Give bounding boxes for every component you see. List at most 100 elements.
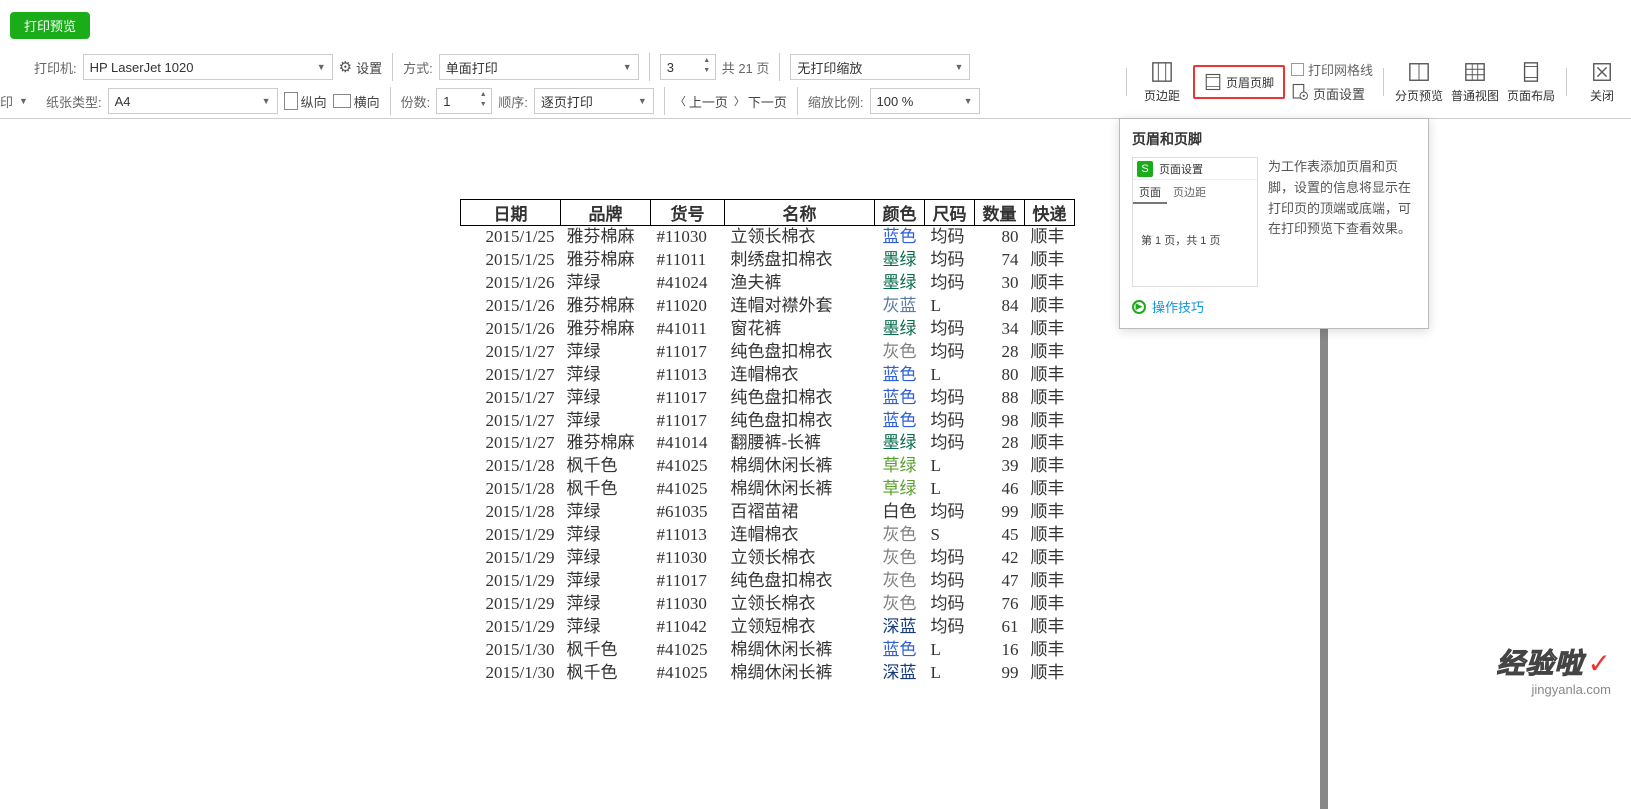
- tooltip-mini-preview: S 页面设置 页面 页边距 第 1 页，共 1 页: [1132, 157, 1258, 287]
- table-cell: 立领短棉衣: [725, 616, 875, 639]
- table-cell: 顺丰: [1025, 478, 1075, 501]
- table-cell: 顺丰: [1025, 410, 1075, 433]
- table-cell: 均码: [925, 272, 975, 295]
- app-icon: S: [1137, 161, 1153, 177]
- table-cell: 均码: [925, 226, 975, 249]
- page-layout-icon: [1520, 61, 1542, 83]
- table-cell: 2015/1/29: [461, 570, 561, 593]
- table-cell: 蓝色: [875, 226, 925, 249]
- table-cell: #61035: [651, 501, 725, 524]
- table-header: 尺码: [925, 200, 975, 226]
- table-header: 数量: [975, 200, 1025, 226]
- table-cell: 草绿: [875, 478, 925, 501]
- order-select[interactable]: 逐页打印▼: [534, 88, 654, 114]
- settings-page-icon: [1291, 83, 1309, 104]
- prev-page-button[interactable]: 〈上一页: [675, 92, 728, 111]
- spin-up-icon[interactable]: ▲: [477, 91, 489, 101]
- spin-down-icon[interactable]: ▼: [701, 67, 713, 77]
- zoom-select[interactable]: 100 %▼: [870, 88, 980, 114]
- zoom-mode-select[interactable]: 无打印缩放▼: [790, 54, 970, 80]
- table-cell: L: [925, 364, 975, 387]
- table-cell: 棉绸休闲长裤: [725, 455, 875, 478]
- page-shadow: [1320, 329, 1328, 809]
- table-cell: #11013: [651, 524, 725, 547]
- print-preview-pill[interactable]: 打印预览: [10, 12, 90, 39]
- table-cell: #11017: [651, 410, 725, 433]
- normal-view-button[interactable]: 普通视图: [1450, 52, 1500, 112]
- table-header: 日期: [461, 200, 561, 226]
- table-cell: 萍绿: [561, 341, 651, 364]
- table-cell: 99: [975, 501, 1025, 524]
- table-cell: 均码: [925, 249, 975, 272]
- table-cell: #41025: [651, 455, 725, 478]
- gridlines-checkbox[interactable]: 打印网格线: [1291, 60, 1373, 79]
- table-cell: 雅芬棉麻: [561, 295, 651, 318]
- paper-type-select[interactable]: A4▼: [108, 88, 278, 114]
- table-cell: 74: [975, 249, 1025, 272]
- mini-tab-page: 页面: [1133, 182, 1167, 204]
- table-cell: 灰蓝: [875, 295, 925, 318]
- table-cell: 萍绿: [561, 410, 651, 433]
- spin-down-icon[interactable]: ▼: [477, 101, 489, 111]
- next-page-button[interactable]: 〉下一页: [734, 92, 787, 111]
- orientation-portrait-button[interactable]: 纵向: [284, 92, 327, 111]
- margins-button[interactable]: 页边距: [1137, 52, 1187, 112]
- printer-select[interactable]: HP LaserJet 1020▼: [83, 54, 333, 80]
- table-cell: 顺丰: [1025, 341, 1075, 364]
- table-cell: 百褶苗裙: [725, 501, 875, 524]
- table-cell: 灰色: [875, 341, 925, 364]
- table-row: 2015/1/29萍绿#11017纯色盘扣棉衣灰色均码47顺丰: [461, 570, 1075, 593]
- table-cell: 蓝色: [875, 364, 925, 387]
- tooltip-tips-link[interactable]: ▶ 操作技巧: [1132, 297, 1416, 316]
- close-button[interactable]: 关闭: [1577, 52, 1627, 112]
- table-cell: 枫千色: [561, 662, 651, 685]
- table-row: 2015/1/26雅芬棉麻#11020连帽对襟外套灰蓝L84顺丰: [461, 295, 1075, 318]
- table-cell: S: [925, 524, 975, 547]
- chevron-down-icon: ▼: [954, 62, 963, 72]
- page-number-input[interactable]: 3 ▲▼: [660, 54, 716, 80]
- table-cell: 深蓝: [875, 616, 925, 639]
- table-row: 2015/1/25雅芬棉麻#11011刺绣盘扣棉衣墨绿均码74顺丰: [461, 249, 1075, 272]
- page-layout-button[interactable]: 页面布局: [1506, 52, 1556, 112]
- split-preview-button[interactable]: 分页预览: [1394, 52, 1444, 112]
- tooltip-title: 页眉和页脚: [1132, 129, 1416, 149]
- headerfooter-highlight-rect: 页眉页脚: [1193, 65, 1285, 99]
- headerfooter-button[interactable]: 页眉页脚: [1199, 69, 1279, 95]
- table-cell: #11013: [651, 364, 725, 387]
- paper-type-label: 纸张类型:: [46, 92, 102, 111]
- spin-up-icon[interactable]: ▲: [701, 57, 713, 67]
- page-settings-button[interactable]: 页面设置: [1291, 83, 1373, 104]
- table-cell: 46: [975, 478, 1025, 501]
- table-cell: 连帽棉衣: [725, 364, 875, 387]
- data-table: 日期品牌货号名称颜色尺码数量快递 2015/1/25雅芬棉麻#11030立领长棉…: [460, 199, 1075, 685]
- table-cell: 顺丰: [1025, 364, 1075, 387]
- headerfooter-tooltip: 页眉和页脚 S 页面设置 页面 页边距 第 1 页，共 1 页 为工作表添加页眉…: [1119, 118, 1429, 329]
- table-cell: 纯色盘扣棉衣: [725, 341, 875, 364]
- orientation-landscape-button[interactable]: 横向: [333, 92, 380, 111]
- copies-label: 份数:: [401, 92, 431, 111]
- print-mode-select[interactable]: 单面打印▼: [439, 54, 639, 80]
- table-header: 货号: [651, 200, 725, 226]
- table-cell: L: [925, 478, 975, 501]
- table-cell: #41025: [651, 639, 725, 662]
- table-cell: #11030: [651, 593, 725, 616]
- table-cell: 均码: [925, 570, 975, 593]
- copies-input[interactable]: 1 ▲▼: [436, 88, 492, 114]
- table-cell: 萍绿: [561, 272, 651, 295]
- table-row: 2015/1/30枫千色#41025棉绸休闲长裤蓝色L16顺丰: [461, 639, 1075, 662]
- table-cell: 30: [975, 272, 1025, 295]
- total-pages-label: 共 21 页: [722, 58, 770, 77]
- table-cell: 雅芬棉麻: [561, 318, 651, 341]
- table-cell: 墨绿: [875, 249, 925, 272]
- table-cell: 80: [975, 226, 1025, 249]
- table-cell: 顺丰: [1025, 226, 1075, 249]
- table-cell: 均码: [925, 341, 975, 364]
- chevron-down-icon[interactable]: ▼: [19, 96, 28, 106]
- printer-settings-button[interactable]: 设置: [339, 58, 382, 77]
- table-cell: 萍绿: [561, 364, 651, 387]
- table-cell: 42: [975, 547, 1025, 570]
- table-cell: #11011: [651, 249, 725, 272]
- table-cell: 连帽棉衣: [725, 524, 875, 547]
- gear-icon: [339, 58, 352, 76]
- close-icon: [1591, 61, 1613, 83]
